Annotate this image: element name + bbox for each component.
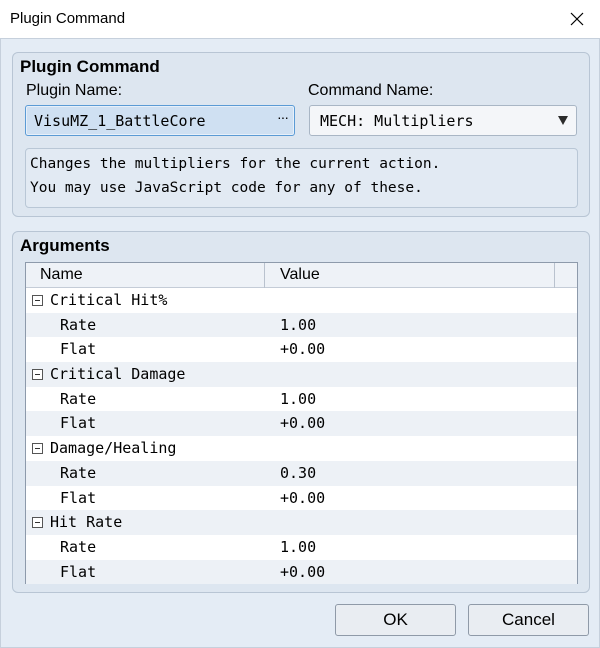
argument-name: Rate bbox=[60, 389, 97, 408]
table-row[interactable]: Flat +0.00 bbox=[26, 559, 577, 585]
table-row[interactable]: Flat +0.00 bbox=[26, 486, 577, 511]
collapse-icon[interactable] bbox=[32, 369, 43, 381]
table-row[interactable]: Flat +0.00 bbox=[26, 411, 577, 437]
window-title: Plugin Command bbox=[10, 10, 126, 27]
plugin-name-label: Plugin Name: bbox=[26, 82, 123, 99]
title-bar: Plugin Command bbox=[0, 0, 600, 38]
plugin-command-group: Plugin Command Plugin Name: VisuMZ_1_Bat… bbox=[12, 52, 590, 217]
argument-name: Rate bbox=[60, 463, 97, 482]
table-row-group[interactable]: Hit Rate bbox=[26, 510, 577, 535]
ok-button[interactable]: OK bbox=[335, 604, 456, 636]
chevron-down-icon bbox=[558, 116, 568, 125]
arguments-group: Arguments Name Value Critical Hit% Rate … bbox=[12, 231, 590, 593]
cancel-button[interactable]: Cancel bbox=[468, 604, 589, 636]
argument-group-name: Critical Damage bbox=[50, 365, 186, 384]
arguments-table: Name Value Critical Hit% Rate 1.00 Flat … bbox=[25, 262, 578, 585]
column-divider[interactable] bbox=[264, 263, 265, 288]
plugin-name-value: VisuMZ_1_BattleCore bbox=[34, 112, 206, 130]
argument-value: +0.00 bbox=[280, 488, 326, 507]
argument-value: 0.30 bbox=[280, 463, 317, 482]
table-row-group[interactable]: Critical Hit% bbox=[26, 288, 577, 313]
command-name-value: MECH: Multipliers bbox=[320, 112, 474, 130]
column-header-name[interactable]: Name bbox=[40, 266, 83, 284]
argument-name: Rate bbox=[60, 315, 97, 334]
argument-value: 1.00 bbox=[280, 315, 317, 334]
table-row[interactable]: Rate 1.00 bbox=[26, 387, 577, 412]
argument-name: Rate bbox=[60, 537, 97, 556]
column-header-value[interactable]: Value bbox=[280, 266, 320, 284]
plugin-name-field[interactable]: VisuMZ_1_BattleCore ··· bbox=[25, 105, 295, 136]
arguments-group-title: Arguments bbox=[20, 236, 110, 255]
table-body: Critical Hit% Rate 1.00 Flat +0.00 Criti… bbox=[26, 288, 577, 585]
table-row-group[interactable]: Damage/Healing bbox=[26, 436, 577, 461]
command-description: Changes the multipliers for the current … bbox=[25, 148, 578, 208]
command-name-select[interactable]: MECH: Multipliers bbox=[309, 105, 577, 136]
argument-value: 1.00 bbox=[280, 389, 317, 408]
table-header: Name Value bbox=[26, 263, 577, 288]
dialog-body: Plugin Command Plugin Name: VisuMZ_1_Bat… bbox=[0, 38, 600, 648]
close-button[interactable] bbox=[554, 0, 600, 38]
table-row[interactable]: Rate 1.00 bbox=[26, 535, 577, 560]
argument-value: +0.00 bbox=[280, 414, 326, 433]
argument-name: Flat bbox=[60, 340, 97, 359]
plugin-command-group-title: Plugin Command bbox=[20, 57, 160, 76]
browse-plugin-button[interactable]: ··· bbox=[277, 109, 289, 125]
argument-name: Flat bbox=[60, 562, 97, 581]
argument-group-name: Damage/Healing bbox=[50, 439, 177, 458]
table-row-group[interactable]: Critical Damage bbox=[26, 362, 577, 387]
argument-value: +0.00 bbox=[280, 340, 326, 359]
collapse-icon[interactable] bbox=[32, 443, 43, 455]
argument-name: Flat bbox=[60, 488, 97, 507]
argument-value: +0.00 bbox=[280, 562, 326, 581]
column-divider[interactable] bbox=[554, 263, 555, 288]
command-name-label: Command Name: bbox=[308, 82, 434, 99]
table-row[interactable]: Rate 0.30 bbox=[26, 460, 577, 486]
table-row[interactable]: Flat +0.00 bbox=[26, 337, 577, 362]
argument-value: 1.00 bbox=[280, 537, 317, 556]
close-icon bbox=[570, 12, 584, 26]
argument-name: Flat bbox=[60, 414, 97, 433]
table-row[interactable]: Rate 1.00 bbox=[26, 312, 577, 338]
collapse-icon[interactable] bbox=[32, 295, 43, 306]
description-line: You may use JavaScript code for any of t… bbox=[30, 180, 423, 196]
argument-group-name: Critical Hit% bbox=[50, 291, 168, 309]
description-line: Changes the multipliers for the current … bbox=[30, 156, 441, 172]
collapse-icon[interactable] bbox=[32, 517, 43, 529]
argument-group-name: Hit Rate bbox=[50, 513, 123, 532]
